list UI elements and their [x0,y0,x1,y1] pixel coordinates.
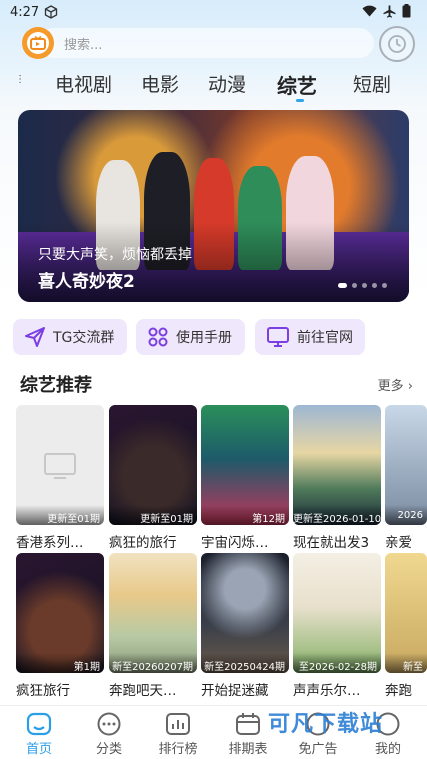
wifi-icon [362,5,377,17]
episode-badge: 新至20260207期 [109,653,197,673]
show-title: 亲爱 [385,535,412,551]
schedule-icon [236,713,260,735]
poster-image: 2026 [385,405,427,525]
category-tabs: ⋯ 电视剧 电影 动漫 综艺 短剧 [0,66,427,104]
poster-image: 第12期 [201,405,289,525]
paper-plane-icon [25,327,45,347]
battery-icon [402,4,411,18]
tab-anime[interactable]: 动漫 [208,70,246,97]
chevron-right-icon: › [407,379,413,394]
show-title: 奔跑吧天… [109,683,177,699]
show-card[interactable]: 新至20260207期 奔跑吧天… [109,553,197,699]
nav-home[interactable]: 首页 [9,712,69,757]
app-logo[interactable] [22,27,54,59]
show-card[interactable]: 新至 奔跑 [385,553,427,699]
poster-placeholder: 更新至01期 [16,405,104,525]
watermark: 可凡下载站 [268,712,384,737]
nav-category-label: 分类 [95,742,122,757]
banner-title: 喜人奇妙夜2 [38,272,135,292]
episode-badge: 新至20250424期 [201,653,289,673]
featured-banner[interactable]: 只要大声笑，烦恼都丢掉 喜人奇妙夜2 [18,110,409,302]
show-card[interactable]: 第1期 疯狂旅行 [16,553,104,699]
category-icon [97,712,121,736]
tab-overflow-edge: ⋯ [14,74,25,84]
active-tab-indicator [296,99,304,102]
airplane-icon [383,5,396,18]
show-title: 声声乐尔… [293,683,361,699]
show-card[interactable]: 至2026-02-28期 声声乐尔… [293,553,381,699]
show-card[interactable]: 第12期 宇宙闪烁… [201,405,289,551]
official-site-button[interactable]: 前往官网 [255,319,365,355]
episode-badge: 更新至01期 [16,505,104,525]
show-card[interactable]: 更新至2026-01-10期 现在就出发3 [293,405,381,551]
nav-ranking-label: 排行榜 [158,742,198,757]
show-card[interactable]: 新至20250424期 开始捉迷藏 [201,553,289,699]
tab-movie[interactable]: 电影 [141,70,179,97]
nav-ranking[interactable]: 排行榜 [148,712,208,757]
user-manual-button[interactable]: 使用手册 [136,319,245,355]
monitor-icon [267,327,289,347]
banner-pagination [338,283,387,288]
poster-image: 第1期 [16,553,104,673]
status-time: 4:27 [10,4,40,20]
tg-group-label: TG交流群 [53,330,115,346]
poster-image: 至2026-02-28期 [293,553,381,673]
ranking-icon [166,713,190,735]
poster-image: 新至 [385,553,427,673]
tab-short-drama[interactable]: 短剧 [353,70,391,97]
tv-logo-icon [30,36,46,50]
show-title: 疯狂的旅行 [109,535,177,551]
tg-group-button[interactable]: TG交流群 [13,319,127,355]
episode-badge: 更新至2026-01-10期 [293,505,381,525]
user-manual-label: 使用手册 [176,330,232,346]
history-button[interactable] [379,26,415,62]
clock-icon [388,35,406,53]
nav-no-ads-label: 免广告 [298,742,338,757]
poster-image: 更新至01期 [109,405,197,525]
more-label: 更多 [377,379,404,394]
show-title: 疯狂旅行 [16,683,70,699]
episode-badge: 更新至01期 [109,505,197,525]
episode-badge: 2026 [385,505,427,525]
search-input[interactable]: 搜索... [38,28,374,58]
nav-category[interactable]: 分类 [79,712,139,757]
banner-dot[interactable] [362,283,367,288]
banner-dot[interactable] [382,283,387,288]
official-site-label: 前往官网 [297,330,353,346]
more-link[interactable]: 更多 › [378,375,413,394]
top-bar: 搜索... [20,26,415,62]
banner-dot[interactable] [372,283,377,288]
tab-variety[interactable]: 综艺 [277,70,317,99]
show-title: 现在就出发3 [293,535,370,551]
episode-badge: 新至 [385,653,427,673]
nav-schedule-label: 排期表 [228,742,268,757]
status-bar: 4:27 [0,0,427,24]
nav-profile-label: 我的 [374,742,401,757]
home-icon [26,712,52,736]
poster-image: 新至20250424期 [201,553,289,673]
show-card[interactable]: 更新至01期 香港系列… [16,405,104,551]
search-placeholder: 搜索... [64,37,103,53]
banner-dot[interactable] [338,283,347,288]
show-card[interactable]: 2026 亲爱 [385,405,427,551]
show-title: 奔跑 [385,683,412,699]
show-card[interactable]: 更新至01期 疯狂的旅行 [109,405,197,551]
show-title: 宇宙闪烁… [201,535,269,551]
banner-subtitle: 只要大声笑，烦恼都丢掉 [38,247,192,263]
show-title: 开始捉迷藏 [201,683,269,699]
episode-badge: 第12期 [201,505,289,525]
nav-home-label: 首页 [25,742,52,757]
banner-dot[interactable] [352,283,357,288]
tab-tv[interactable]: 电视剧 [55,70,112,97]
poster-image: 新至20260207期 [109,553,197,673]
episode-badge: 至2026-02-28期 [293,653,381,673]
episode-badge: 第1期 [16,653,104,673]
section-title: 综艺推荐 [20,375,92,396]
grid-circles-icon [148,327,168,347]
tv-placeholder-icon [44,453,76,479]
cube-icon [45,5,58,19]
poster-image: 更新至2026-01-10期 [293,405,381,525]
show-title: 香港系列… [16,535,84,551]
